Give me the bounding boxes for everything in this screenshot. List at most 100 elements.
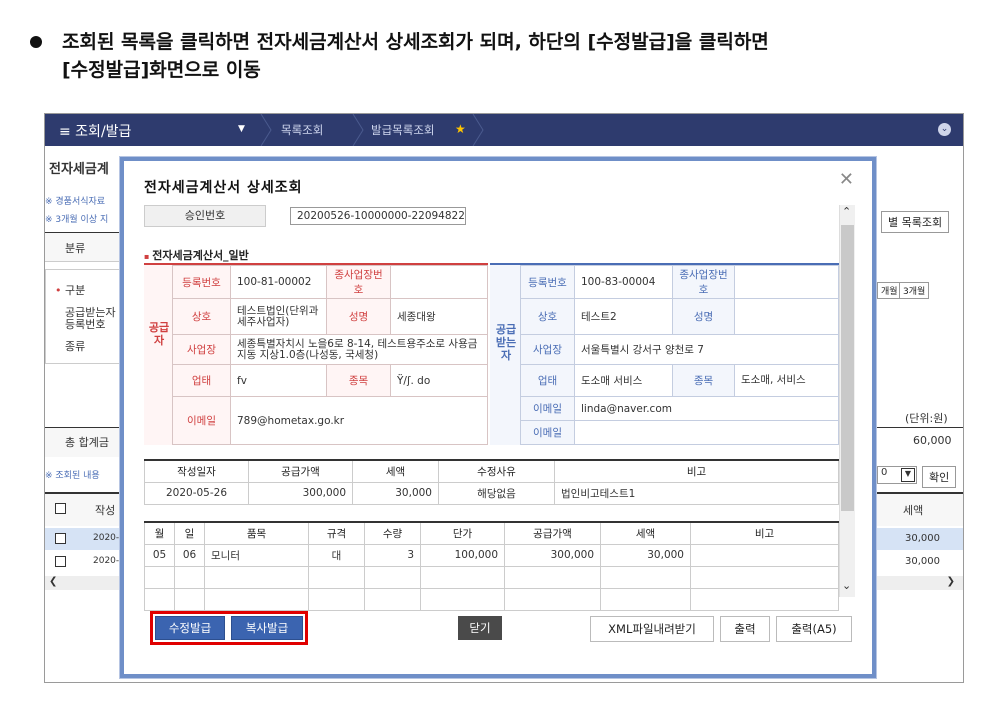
summary-table: 작성일자 공급가액 세액 수정사유 비고 2020-05-26 300,000 …	[144, 459, 839, 505]
scroll-left-icon[interactable]: ❮	[45, 576, 121, 590]
top-navigation-bar: ≡ 조회/발급 ▼ 목록조회 발급목록조회 ★ ⌄	[45, 114, 963, 146]
bullet-icon	[30, 36, 42, 48]
buyer-reg-label: 등록번호	[520, 265, 575, 299]
instruction-line-1: 조회된 목록을 클릭하면 전자세금계산서 상세조회가 되며, 하단의 [수정발급…	[62, 31, 769, 53]
items-header: 공급가액	[504, 521, 601, 545]
supplier-biz-value: fv	[230, 364, 327, 397]
summary-cell: 30,000	[352, 481, 439, 505]
item-cell: 모니터	[204, 543, 309, 567]
menu-button[interactable]: ≡ 조회/발급	[59, 121, 131, 141]
modify-issue-button[interactable]: 수정발급	[155, 616, 225, 640]
close-button[interactable]: 닫기	[458, 616, 502, 640]
xml-download-button[interactable]: XML파일내려받기	[590, 616, 714, 642]
items-header: 단가	[420, 521, 505, 545]
print-a5-button[interactable]: 출력(A5)	[776, 616, 852, 642]
list-query-button[interactable]: 별 목록조회	[881, 211, 950, 233]
buyer-email-value-2	[574, 420, 839, 445]
label-type: 종류	[65, 340, 86, 353]
buyer-rep-label: 성명	[672, 298, 735, 335]
scroll-up-icon[interactable]: ⌃	[842, 205, 851, 218]
collapse-icon[interactable]: ⌄	[938, 123, 951, 136]
buyer-name-label: 상호	[520, 298, 575, 335]
item-cell: 대	[308, 543, 365, 567]
summary-cell: 2020-05-26	[144, 481, 249, 505]
unit-label: (단위:원)	[905, 412, 948, 425]
supplier-item-label: 종목	[326, 364, 391, 397]
buyer-email-label: 이메일	[520, 396, 575, 421]
breadcrumb-current[interactable]: 발급목록조회	[371, 122, 434, 138]
label-total: 총 합계금	[65, 436, 109, 449]
breadcrumb-separator-icon	[472, 114, 484, 146]
modal-scrollbar[interactable]: ⌃ ⌄	[839, 205, 855, 597]
supplier-rep-label: 성명	[326, 298, 391, 335]
page-title: 전자세금계	[49, 162, 109, 177]
breadcrumb-separator-icon	[352, 114, 364, 146]
summary-header: 작성일자	[144, 459, 249, 483]
row-tax: 30,000	[905, 533, 940, 544]
buyer-rep-value	[734, 298, 839, 335]
confirm-button[interactable]: 확인	[922, 466, 957, 488]
summary-cell: 법인비고테스트1	[554, 481, 839, 505]
buyer-biz-label: 업태	[520, 364, 575, 397]
item-cell: 100,000	[420, 543, 505, 567]
row-checkbox[interactable]	[55, 533, 66, 544]
summary-cell: 300,000	[248, 481, 353, 505]
supplier-email-value: 789@hometax.go.kr	[230, 396, 488, 445]
items-header: 품목	[204, 521, 309, 545]
row-tax: 30,000	[905, 556, 940, 567]
month-button[interactable]: 개월	[877, 282, 902, 299]
column-date: 작성	[95, 504, 116, 517]
close-icon[interactable]: ✕	[839, 169, 854, 190]
instruction-line-2: [수정발급]화면으로 이동	[62, 59, 261, 81]
row-date: 2020-	[93, 556, 120, 566]
item-cell: 06	[174, 543, 205, 567]
summary-header: 세액	[352, 459, 439, 483]
buyer-addr-label: 사업장	[520, 334, 575, 365]
item-cell	[690, 543, 839, 567]
print-button[interactable]: 출력	[720, 616, 770, 642]
item-cell: 05	[144, 543, 175, 567]
scroll-right-icon[interactable]: ❯	[877, 576, 963, 590]
buyer-side-label: 공급받는자	[495, 323, 517, 362]
buyer-sub-label: 종사업장번호	[672, 265, 735, 299]
detail-modal: 전자세금계산서 상세조회 ✕ 승인번호 20200526-10000000-22…	[120, 157, 876, 678]
summary-header: 비고	[554, 459, 839, 483]
supplier-item-value: Ϋ/ʃ. do	[390, 364, 488, 397]
breadcrumb-list[interactable]: 목록조회	[281, 122, 323, 138]
item-cell: 30,000	[600, 543, 691, 567]
breadcrumb-separator-icon	[260, 114, 272, 146]
supplier-side-label: 공급자	[148, 321, 170, 347]
three-month-button[interactable]: 3개월	[899, 282, 930, 299]
favorite-star-icon[interactable]: ★	[455, 122, 466, 136]
items-header: 비고	[690, 521, 839, 545]
section-title: ▪ 전자세금계산서_일반	[144, 249, 249, 262]
items-header: 월	[144, 521, 175, 545]
note-1: ※ 경품서식자료	[45, 197, 106, 207]
copy-issue-button[interactable]: 복사발급	[231, 616, 303, 640]
scroll-thumb[interactable]	[841, 225, 854, 511]
column-tax: 세액	[903, 504, 924, 517]
items-table: 월 일 품목 규격 수량 단가 공급가액 세액 비고 05 06 모니터 대 3…	[144, 521, 839, 611]
supplier-name-label: 상호	[172, 298, 231, 335]
page-size-select[interactable]: 0 ▼	[877, 466, 917, 484]
supplier-addr-label: 사업장	[172, 334, 231, 365]
buyer-item-label: 종목	[672, 364, 735, 397]
buyer-sub-value	[734, 265, 839, 299]
supplier-sub-label: 종사업장번호	[326, 265, 391, 299]
item-cell: 300,000	[504, 543, 601, 567]
buyer-biz-value: 도소매 서비스	[574, 364, 673, 397]
item-row: 05 06 모니터 대 3 100,000 300,000 30,000	[144, 543, 839, 567]
select-all-checkbox[interactable]	[55, 503, 66, 514]
label-reg-2: 등록번호	[65, 318, 106, 331]
buyer-reg-value: 100-83-00004	[574, 265, 673, 299]
supplier-rep-value: 세종대왕	[390, 298, 488, 335]
scroll-down-icon[interactable]: ⌄	[842, 579, 851, 592]
items-header: 세액	[600, 521, 691, 545]
buyer-table: 등록번호 100-83-00004 종사업장번호 상호 테스트2 성명 사업장 …	[520, 265, 839, 445]
supplier-table: 등록번호 100-81-00002 종사업장번호 상호 테스트법인(단위과세주사…	[172, 265, 488, 445]
buyer-addr-value: 서울특별시 강서구 양천로 7	[574, 334, 839, 365]
summary-header: 수정사유	[438, 459, 555, 483]
dropdown-caret-icon[interactable]: ▼	[238, 124, 245, 134]
buyer-email-label-2: 이메일	[520, 420, 575, 445]
row-checkbox[interactable]	[55, 556, 66, 567]
